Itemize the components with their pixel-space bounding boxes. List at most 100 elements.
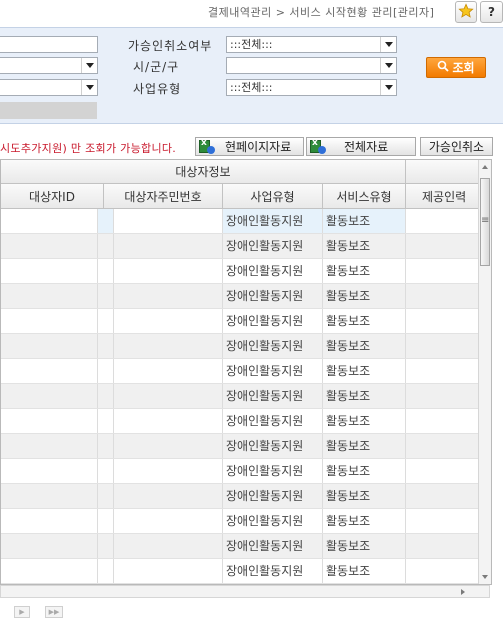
table-row[interactable]: 장애인활동지원 활동보조: [1, 259, 491, 284]
cell-service-type: 활동보조: [323, 534, 406, 558]
biz-type-select[interactable]: :::전체:::: [226, 79, 397, 96]
col-header-provider[interactable]: 제공인력: [406, 184, 479, 209]
cell-provider: [406, 284, 479, 308]
cancel-status-select[interactable]: :::전체:::: [226, 36, 397, 53]
cell-resident-no: [114, 534, 223, 558]
cell-resident-no: [114, 409, 223, 433]
table-row[interactable]: 장애인활동지원 활동보조: [1, 434, 491, 459]
cell-service-type: 활동보조: [323, 259, 406, 283]
help-button[interactable]: ?: [480, 1, 503, 23]
scrollbar-thumb[interactable]: [480, 178, 490, 266]
search-panel: 가승인취소여부 :::전체::: 시/군/구 사업유형 :::전체::: 조회: [0, 27, 503, 124]
cell-subject-id: [1, 259, 98, 283]
cell-provider: [406, 559, 479, 583]
table-row[interactable]: 장애인활동지원 활동보조: [1, 334, 491, 359]
cell-service-type: 활동보조: [323, 409, 406, 433]
cell-spacer: [98, 509, 114, 533]
cell-service-type: 활동보조: [323, 234, 406, 258]
export-all-button[interactable]: 전체자료: [306, 137, 416, 156]
cell-biz-type: 장애인활동지원: [223, 509, 323, 533]
table-row[interactable]: 장애인활동지원 활동보조: [1, 384, 491, 409]
cell-provider: [406, 409, 479, 433]
excel-icon: [199, 138, 215, 154]
cell-biz-type: 장애인활동지원: [223, 209, 323, 233]
table-row[interactable]: 장애인활동지원 활동보조: [1, 284, 491, 309]
last-page-button[interactable]: ▶▶: [45, 606, 63, 618]
cell-subject-id: [1, 334, 98, 358]
excel-icon: [310, 138, 326, 154]
scroll-up-icon[interactable]: [482, 165, 488, 169]
region-label: 시/군/구: [133, 60, 180, 74]
table-row[interactable]: 장애인활동지원 활동보조: [1, 509, 491, 534]
search-button-label: 조회: [452, 61, 475, 75]
cell-spacer: [98, 334, 114, 358]
cell-biz-type: 장애인활동지원: [223, 359, 323, 383]
cell-subject-id: [1, 509, 98, 533]
cell-service-type: 활동보조: [323, 209, 406, 233]
cell-resident-no: [114, 384, 223, 408]
cell-biz-type: 장애인활동지원: [223, 234, 323, 258]
cell-service-type: 활동보조: [323, 434, 406, 458]
cell-spacer: [98, 384, 114, 408]
cell-resident-no: [114, 259, 223, 283]
cell-resident-no: [114, 509, 223, 533]
vertical-scrollbar[interactable]: [478, 160, 491, 584]
cell-provider: [406, 534, 479, 558]
table-row[interactable]: 장애인활동지원 활동보조: [1, 409, 491, 434]
cell-spacer: [98, 459, 114, 483]
horizontal-scrollbar[interactable]: [0, 585, 490, 598]
cell-biz-type: 장애인활동지원: [223, 259, 323, 283]
cell-provider: [406, 434, 479, 458]
cell-biz-type: 장애인활동지원: [223, 459, 323, 483]
search-field-1[interactable]: [0, 36, 98, 53]
cell-subject-id: [1, 309, 98, 333]
cell-subject-id: [1, 384, 98, 408]
disabled-field: [0, 102, 97, 119]
cell-provider: [406, 334, 479, 358]
scroll-down-icon[interactable]: [482, 575, 488, 579]
table-row[interactable]: 장애인활동지원 활동보조: [1, 234, 491, 259]
star-icon: [458, 2, 474, 22]
cell-provider: [406, 484, 479, 508]
search-select-3[interactable]: [0, 79, 98, 96]
search-select-2[interactable]: [0, 57, 98, 74]
cell-spacer: [98, 534, 114, 558]
cell-resident-no: [114, 209, 223, 233]
cell-spacer: [98, 309, 114, 333]
cell-subject-id: [1, 209, 98, 233]
cell-biz-type: 장애인활동지원: [223, 309, 323, 333]
table-row[interactable]: 장애인활동지원 활동보조: [1, 559, 491, 584]
table-row[interactable]: 장애인활동지원 활동보조: [1, 484, 491, 509]
cell-spacer: [98, 209, 114, 233]
cell-biz-type: 장애인활동지원: [223, 559, 323, 583]
cell-provider: [406, 459, 479, 483]
cell-service-type: 활동보조: [323, 509, 406, 533]
search-button[interactable]: 조회: [426, 57, 486, 78]
col-header-biz-type[interactable]: 사업유형: [223, 184, 323, 209]
table-row[interactable]: 장애인활동지원 활동보조: [1, 209, 491, 234]
export-current-page-button[interactable]: 현페이지자료: [195, 137, 304, 156]
table-row[interactable]: 장애인활동지원 활동보조: [1, 534, 491, 559]
cancel-approval-button[interactable]: 가승인취소: [420, 137, 493, 156]
table-row[interactable]: 장애인활동지원 활동보조: [1, 309, 491, 334]
scroll-right-icon[interactable]: [461, 589, 465, 595]
next-page-button[interactable]: ▶: [14, 606, 30, 618]
export-current-page-label: 현페이지자료: [225, 140, 292, 154]
cell-provider: [406, 309, 479, 333]
col-header-service-type[interactable]: 서비스유형: [323, 184, 406, 209]
cell-resident-no: [114, 359, 223, 383]
cell-spacer: [98, 259, 114, 283]
chevron-down-icon: [380, 80, 396, 95]
col-header-resident-no[interactable]: 대상자주민번호: [104, 184, 223, 209]
table-row[interactable]: 장애인활동지원 활동보조: [1, 459, 491, 484]
notice-text: 시도추가지원) 만 조회가 가능합니다.: [0, 142, 177, 155]
favorite-button[interactable]: [455, 1, 477, 23]
table-row[interactable]: 장애인활동지원 활동보조: [1, 359, 491, 384]
last-page-icon: ▶▶: [48, 608, 60, 616]
col-header-subject-id[interactable]: 대상자ID: [1, 184, 104, 209]
cell-spacer: [98, 484, 114, 508]
cell-spacer: [98, 234, 114, 258]
cell-service-type: 활동보조: [323, 484, 406, 508]
chevron-down-icon: [81, 58, 97, 73]
region-select[interactable]: [226, 57, 397, 74]
